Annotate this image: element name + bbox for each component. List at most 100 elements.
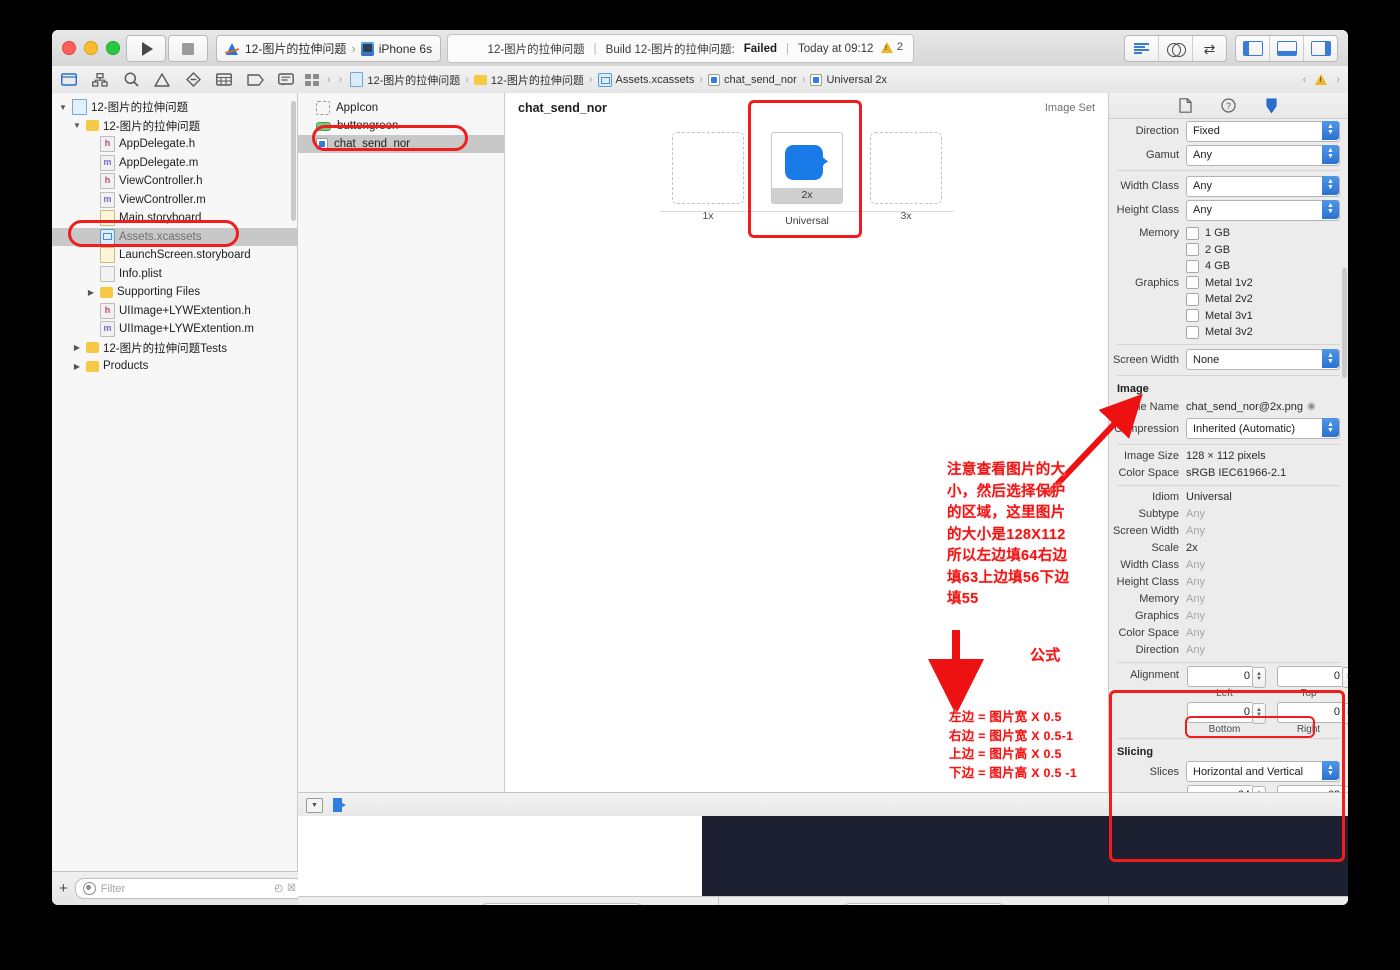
project-navigator-icon[interactable] xyxy=(60,72,78,88)
disclosure-triangle-icon[interactable]: ▶ xyxy=(86,288,96,297)
image-slot-1x[interactable]: 1x xyxy=(672,131,744,222)
quick-help-inspector-tab[interactable]: ? xyxy=(1220,98,1237,114)
file-tree-row[interactable]: ▶ Products xyxy=(52,357,297,376)
attribute-popup[interactable]: Fixed ▲ ▼ xyxy=(1186,120,1340,142)
file-tree-row[interactable]: Info.plist xyxy=(52,265,297,284)
asset-catalog-list[interactable]: AppIcon buttongreen chat_send_nor xyxy=(298,93,505,872)
toggle-navigator-button[interactable] xyxy=(1236,36,1270,61)
run-button[interactable] xyxy=(126,35,166,62)
editor-mode-segment[interactable]: ⇄ xyxy=(1124,35,1227,62)
add-file-button[interactable]: + xyxy=(59,881,68,896)
debug-navigator-icon[interactable] xyxy=(215,72,233,88)
alignment-right-input[interactable]: 0▲▼ xyxy=(1277,701,1348,724)
console-output[interactable] xyxy=(702,816,1348,896)
variables-filter-input[interactable]: Filter xyxy=(478,903,645,905)
report-navigator-icon[interactable] xyxy=(277,72,295,88)
graphics-checkbox-metal3v1[interactable] xyxy=(1186,309,1199,323)
memory-checkbox-2gb[interactable] xyxy=(1186,243,1199,257)
stepper-buttons[interactable]: ▲▼ xyxy=(1342,702,1348,724)
panel-toggle-segment[interactable] xyxy=(1235,35,1338,62)
navigator-filter-input[interactable]: Filter ◴ ☒ xyxy=(74,878,304,899)
file-tree-row[interactable]: h AppDelegate.h xyxy=(52,135,297,154)
disclosure-triangle-icon[interactable]: ▼ xyxy=(72,121,82,130)
file-tree-row[interactable]: m AppDelegate.m xyxy=(52,154,297,173)
forward-button[interactable]: › xyxy=(339,74,343,86)
file-tree-row[interactable]: h ViewController.h xyxy=(52,172,297,191)
asset-list-item[interactable]: AppIcon xyxy=(298,99,504,117)
file-tree-row[interactable]: Assets.xcassets xyxy=(52,227,297,246)
breadcrumb-item-project[interactable]: 12-图片的拉伸问题 xyxy=(350,72,460,88)
memory-checkbox-4gb[interactable] xyxy=(1186,259,1199,273)
related-items-icon[interactable] xyxy=(305,73,319,86)
file-tree-row[interactable]: m UIImage+LYWExtention.m xyxy=(52,320,297,339)
disclosure-triangle-icon[interactable]: ▶ xyxy=(72,343,82,352)
search-navigator-icon[interactable] xyxy=(122,72,140,88)
breakpoint-flag-icon[interactable] xyxy=(333,798,346,812)
image-slot-2x[interactable]: 2x xyxy=(771,131,843,204)
alignment-bottom-input[interactable]: 0 ▲ ▼ xyxy=(1187,701,1266,724)
activity-status-bar[interactable]: 12-图片的拉伸问题 | Build 12-图片的拉伸问题: Failed | … xyxy=(447,34,914,63)
attributes-inspector-tab[interactable] xyxy=(1263,98,1280,114)
compression-popup[interactable]: Inherited (Automatic) ▲ ▼ xyxy=(1186,418,1340,439)
attributes-inspector[interactable]: ? Direction Fixed ▲ ▼ Gamut Any ▲ ▼ Width Class A… xyxy=(1108,93,1348,872)
navigator-scrollbar[interactable] xyxy=(291,101,296,221)
back-button[interactable]: ‹ xyxy=(327,74,331,86)
variables-view[interactable] xyxy=(298,816,703,896)
debug-collapse-button[interactable]: ▼ xyxy=(306,797,323,813)
breadcrumb-item-catalog[interactable]: Assets.xcassets xyxy=(597,72,694,87)
file-tree-row[interactable]: m ViewController.m xyxy=(52,191,297,210)
previous-issue-button[interactable]: ‹ xyxy=(1303,74,1307,86)
image-slot-3x[interactable]: 3x xyxy=(870,131,942,222)
source-control-filter-icon[interactable]: ☒ xyxy=(287,883,296,894)
screen-width-popup[interactable]: None ▲ ▼ xyxy=(1186,349,1340,370)
toggle-inspector-button[interactable] xyxy=(1304,36,1337,61)
minimize-button[interactable] xyxy=(84,41,98,55)
reveal-icon[interactable]: ◉ xyxy=(1307,401,1316,412)
warning-triangle-icon[interactable] xyxy=(1315,74,1328,85)
attribute-popup[interactable]: Any ▲ ▼ xyxy=(1186,199,1340,221)
file-inspector-tab[interactable] xyxy=(1177,98,1194,114)
file-tree-row[interactable]: h UIImage+LYWExtention.h xyxy=(52,302,297,321)
assistant-editor-button[interactable] xyxy=(1159,36,1193,61)
stepper-buttons[interactable]: ▲▼ xyxy=(1342,666,1348,688)
disclosure-triangle-icon[interactable]: ▶ xyxy=(72,362,82,371)
next-issue-button[interactable]: › xyxy=(1336,74,1340,86)
console-filter-input[interactable]: Filter xyxy=(841,903,1008,905)
graphics-checkbox-metal3v2[interactable] xyxy=(1186,325,1199,339)
stop-button[interactable] xyxy=(168,35,208,62)
disclosure-triangle-icon[interactable]: ▼ xyxy=(58,103,68,112)
asset-list-item[interactable]: chat_send_nor xyxy=(298,135,504,153)
breadcrumb-item-group[interactable]: 12-图片的拉伸问题 xyxy=(473,72,584,88)
memory-checkbox-1gb[interactable] xyxy=(1186,226,1199,240)
warning-indicator[interactable]: 2 xyxy=(880,41,903,53)
close-button[interactable] xyxy=(62,41,76,55)
file-tree-row[interactable]: ▼ 12-图片的拉伸问题 xyxy=(52,117,297,136)
version-editor-button[interactable]: ⇄ xyxy=(1193,36,1226,61)
issue-navigator-icon[interactable] xyxy=(153,72,171,88)
asset-list-item[interactable]: buttongreen xyxy=(298,117,504,135)
attribute-popup[interactable]: Any ▲ ▼ xyxy=(1186,144,1340,166)
breadcrumb-item-universal[interactable]: Universal 2x xyxy=(810,73,887,86)
toggle-debug-button[interactable] xyxy=(1270,36,1304,61)
graphics-checkbox-metal2v2[interactable] xyxy=(1186,292,1199,306)
file-tree-row[interactable]: LaunchScreen.storyboard xyxy=(52,246,297,265)
breakpoint-navigator-icon[interactable] xyxy=(246,72,264,88)
standard-editor-button[interactable] xyxy=(1125,36,1159,61)
slices-popup[interactable]: Horizontal and Vertical ▲ ▼ xyxy=(1186,761,1340,782)
test-navigator-icon[interactable] xyxy=(184,72,202,88)
zoom-button[interactable] xyxy=(106,41,120,55)
breadcrumb-item-imageset[interactable]: chat_send_nor xyxy=(708,73,797,86)
file-tree-row[interactable]: ▶ 12-图片的拉伸问题Tests xyxy=(52,339,297,358)
graphics-checkbox-metal1v2[interactable] xyxy=(1186,276,1199,290)
project-navigator[interactable]: ▼ 12-图片的拉伸问题 ▼ 12-图片的拉伸问题 h AppDelegate.h m App… xyxy=(52,93,298,872)
file-tree-row[interactable]: ▶ Supporting Files xyxy=(52,283,297,302)
alignment-left-input[interactable]: 0 ▲ ▼ xyxy=(1187,665,1266,688)
file-tree-row[interactable]: Main.storyboard xyxy=(52,209,297,228)
source-control-navigator-icon[interactable] xyxy=(91,72,109,88)
stepper-buttons[interactable]: ▲▼ xyxy=(1252,666,1266,688)
attribute-popup[interactable]: Any ▲ ▼ xyxy=(1186,175,1340,197)
file-tree-row[interactable]: ▼ 12-图片的拉伸问题 xyxy=(52,98,297,117)
alignment-top-input[interactable]: 0▲▼ xyxy=(1277,665,1348,688)
recent-files-icon[interactable]: ◴ xyxy=(274,883,283,894)
scheme-selector[interactable]: 12-图片的拉伸问题 › iPhone 6s xyxy=(216,35,442,62)
